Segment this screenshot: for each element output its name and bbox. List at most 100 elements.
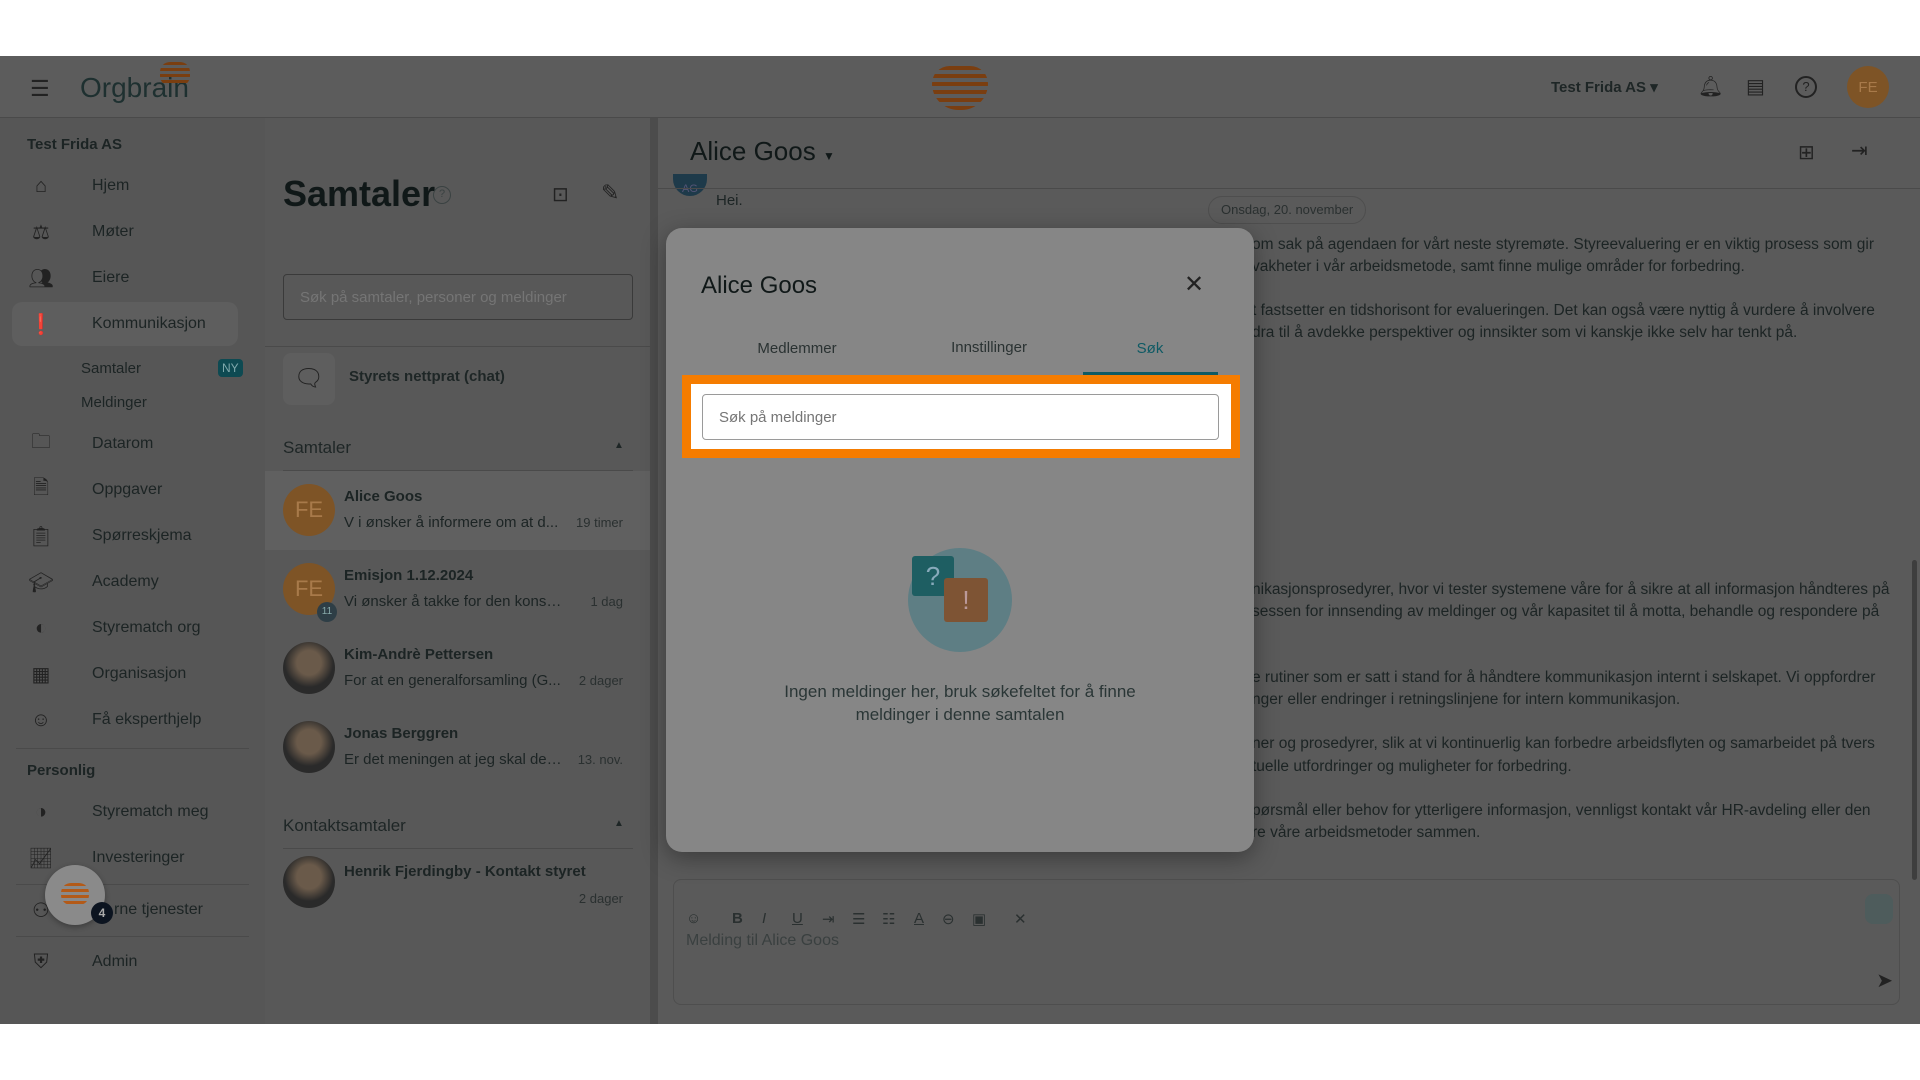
sidebar-item-investeringer[interactable]: 📈︎ Investeringer — [12, 836, 238, 880]
avatar — [283, 642, 335, 694]
graduation-cap-icon: 🎓︎ — [28, 571, 54, 594]
indent-icon[interactable]: ⇥ — [822, 910, 835, 928]
link-icon[interactable]: ⊖ — [942, 910, 955, 928]
board-chat-link[interactable]: Styrets nettprat (chat) — [349, 368, 505, 385]
sidebar-item-eksperthjelp[interactable]: ☺ Få eksperthjelp — [12, 698, 238, 742]
chevron-down-icon: ▼ — [822, 149, 835, 163]
expert-help-icon: ☺ — [30, 708, 52, 731]
sidebar-item-admin[interactable]: ⛨ Admin — [12, 940, 238, 984]
sender-avatar: AG — [673, 174, 707, 196]
message-text-line: om sak på agendaen for vårt neste styrem… — [1252, 236, 1875, 253]
emoji-icon[interactable]: ☺ — [686, 910, 701, 927]
messages-icon[interactable]: ▤ — [1746, 74, 1765, 99]
help-icon[interactable]: ? — [1795, 76, 1817, 98]
sidebar-item-organisasjon[interactable]: ▦ Organisasjon — [12, 652, 238, 696]
close-icon[interactable]: ✕ — [1184, 270, 1204, 299]
conversation-row[interactable]: FE 11 Emisjon 1.12.2024 Vi ønsker å takk… — [265, 550, 650, 629]
avatar — [283, 856, 335, 908]
ai-assistant-icon[interactable] — [1865, 894, 1893, 924]
sidebar-item-academy[interactable]: 🎓︎ Academy — [12, 560, 238, 604]
sidebar-item-styrematch-org[interactable]: ◐ Styrematch org — [12, 606, 238, 650]
org-selector[interactable]: Test Frida AS ▾ — [1551, 78, 1658, 96]
contact-time: 2 dager — [578, 891, 623, 906]
sidebar-item-oppgaver[interactable]: 🗎 Oppgaver — [12, 468, 238, 512]
fab-badge: 4 — [91, 902, 113, 924]
sidebar-item-moter[interactable]: ⚖ Møter — [12, 210, 238, 254]
people-icon: 👥︎ — [28, 267, 54, 290]
survey-icon: 📋︎ — [28, 525, 54, 548]
sidebar-item-styrematch-meg[interactable]: ◑ Styrematch meg — [12, 790, 238, 834]
search-highlight — [682, 375, 1240, 458]
message-text-line: re våre arbeidsmetoder sammen. — [1252, 824, 1481, 841]
scrollbar[interactable] — [1912, 560, 1917, 880]
tab-innstillinger[interactable]: Innstillinger — [951, 339, 1027, 356]
sidebar-item-label: Academy — [92, 573, 159, 590]
collapse-icon[interactable]: ▲ — [614, 440, 624, 451]
menu-icon[interactable]: ☰ — [30, 76, 50, 102]
sidebar-item-label: Admin — [92, 953, 138, 970]
sidebar-item-label: Få eksperthjelp — [92, 711, 202, 728]
help-icon[interactable]: ? — [433, 186, 451, 204]
bold-icon[interactable]: B — [732, 910, 743, 927]
conversation-row[interactable]: FE Alice Goos V i ønsker å informere om … — [265, 471, 650, 550]
exclamation-bubble-icon: ! — [944, 578, 988, 622]
sidebar-item-datarom[interactable]: 🗀 Datarom — [12, 422, 238, 466]
home-icon: ⌂ — [34, 174, 48, 197]
conversation-time: 1 dag — [590, 594, 623, 609]
bell-icon[interactable]: 🔔︎ — [1698, 74, 1723, 99]
contact-row[interactable]: Henrik Fjerdingby - Kontakt styret 2 dag… — [265, 851, 650, 930]
video-call-icon[interactable]: ⊞ — [1798, 140, 1815, 165]
task-icon: 🗎 — [32, 477, 50, 499]
composer-placeholder[interactable]: Melding til Alice Goos — [686, 932, 839, 950]
chat-title[interactable]: Alice Goos ▼ — [690, 136, 835, 167]
sidebar-item-kommunikasjon[interactable]: ❗ Kommunikasjon — [12, 302, 238, 346]
user-avatar[interactable]: FE — [1847, 66, 1889, 108]
message-text-line: ner og prosedyrer, slik at vi kontinuerl… — [1252, 735, 1875, 752]
sidebar-item-hjem[interactable]: ⌂ Hjem — [12, 164, 238, 208]
sidebar-item-label: Oppgaver — [92, 481, 163, 498]
bullet-list-icon[interactable]: ☰ — [852, 910, 865, 928]
message-search-input[interactable] — [702, 394, 1219, 440]
sidebar-item-label: Møter — [92, 223, 134, 240]
sidebar-item-label: rne tjenester — [114, 901, 203, 918]
sidebar-item-sporreskjema[interactable]: 📋︎ Spørreskjema — [12, 514, 238, 558]
tab-sok[interactable]: Søk — [1137, 340, 1164, 357]
sidebar-subitem-samtaler[interactable]: Samtaler — [81, 360, 141, 377]
empty-state-line: meldinger i denne samtalen — [855, 705, 1065, 724]
section-conversations[interactable]: Samtaler — [283, 438, 351, 458]
sidebar-item-label: Organisasjon — [92, 665, 187, 682]
top-header: ☰ Orgbrain Test Frida AS ▾ 🔔︎ ▤ ? FE — [0, 56, 1920, 118]
conversation-time: 13. nov. — [577, 752, 623, 767]
conversation-time: 19 timer — [576, 515, 623, 530]
sidebar-item-label: Styrematch meg — [92, 803, 209, 820]
divider — [16, 936, 249, 937]
center-brain-logo-icon — [932, 66, 988, 110]
underline-icon[interactable]: U — [792, 910, 803, 927]
conversation-search-input[interactable] — [283, 274, 633, 320]
clear-format-icon[interactable]: ✕ — [1014, 910, 1027, 928]
conversation-preview: For at en generalforsamling (G... — [344, 672, 561, 689]
sidebar-subitem-meldinger[interactable]: Meldinger — [81, 394, 147, 411]
conversation-row[interactable]: Jonas Berggren Er det meningen at jeg sk… — [265, 708, 650, 787]
panel-splitter[interactable] — [650, 118, 658, 1024]
leave-icon[interactable]: ⇥ — [1851, 138, 1868, 163]
send-icon[interactable]: ➤ — [1876, 968, 1893, 993]
compose-icon[interactable]: ✎ — [601, 180, 619, 206]
message-composer[interactable]: ☺ B I U ⇥ ☰ ☷ A ⊖ ▣ ✕ Melding til Alice … — [673, 879, 1900, 1005]
contacts-icon[interactable]: ⊡ — [552, 182, 569, 207]
sidebar-item-eiere[interactable]: 👥︎ Eiere — [12, 256, 238, 300]
sidebar-item-label: Kommunikasjon — [92, 315, 206, 332]
collapse-icon[interactable]: ▲ — [614, 818, 624, 829]
section-contacts[interactable]: Kontaktsamtaler — [283, 816, 406, 836]
tab-medlemmer[interactable]: Medlemmer — [757, 340, 836, 357]
conversation-row[interactable]: Kim-Andrè Pettersen For at en generalfor… — [265, 629, 650, 708]
message-text-line: nikasjonsprosedyrer, hvor vi tester syst… — [1252, 581, 1890, 598]
image-icon[interactable]: ▣ — [972, 910, 986, 928]
italic-icon[interactable]: I — [762, 910, 766, 927]
sidebar: Test Frida AS ⌂ Hjem ⚖ Møter 👥︎ Eiere ❗ Komm… — [0, 118, 265, 1024]
sidebar-item-label: Investeringer — [92, 849, 185, 866]
divider — [658, 188, 1920, 189]
text-color-icon[interactable]: A — [914, 910, 924, 927]
numbered-list-icon[interactable]: ☷ — [882, 910, 895, 928]
conversation-list-panel: Samtaler ? ⊡ ✎ 🗨︎ Styrets nettprat (chat… — [265, 118, 650, 1024]
